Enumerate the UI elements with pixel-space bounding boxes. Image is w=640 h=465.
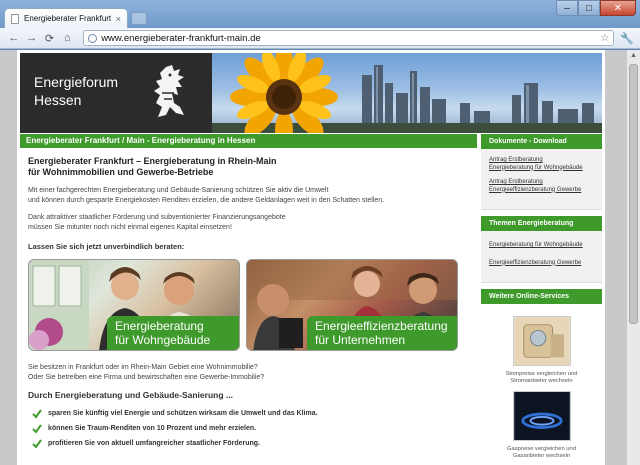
scrollbar-thumb[interactable]: [629, 64, 638, 324]
teaser-residential-line2: für Wohngebäude: [115, 333, 211, 347]
title-line1: Energieberater Frankfurt – Energieberatu…: [28, 156, 277, 166]
service-gas-line1: Gaspreise vergleichen und: [507, 446, 576, 452]
teaser-business-line1: Energieeffizienzberatung: [315, 319, 448, 333]
download-link-line2: Energieeffizienzberatung Gewerbe: [489, 186, 582, 193]
teaser-residential-label[interactable]: Energieberatung für Wohngebäude: [107, 316, 239, 350]
intro-paragraph: Mit einer fachgerechten Energieberatung …: [28, 186, 469, 205]
service-gas[interactable]: Gaspreise vergleichen und Gasanbieter we…: [481, 385, 602, 460]
url-text[interactable]: www.energieberater-frankfurt-main.de: [101, 33, 600, 44]
home-button[interactable]: ⌂: [59, 30, 75, 46]
benefit-text: sparen Sie künftig viel Energie und schü…: [48, 410, 318, 417]
download-link-line1: Antrag Erstberatung: [489, 179, 543, 185]
checkmark-icon: [32, 438, 42, 449]
service-gas-line2: Gasanbieter wechseln: [512, 453, 571, 459]
window-titlebar: Energieberater Frankfurt ... × – □ ✕: [0, 0, 640, 28]
benefit-item: sparen Sie künftig viel Energie und schü…: [28, 406, 469, 421]
globe-icon: [88, 33, 98, 43]
teaser-row: Energieberatung für Wohngebäude Energiee…: [28, 259, 469, 351]
minimize-button[interactable]: –: [556, 0, 578, 16]
intro-line2: und können durch gesparte Energiekosten …: [28, 196, 385, 204]
tab-close-icon[interactable]: ×: [116, 14, 121, 24]
page-title: Energieberater Frankfurt – Energieberatu…: [28, 156, 469, 178]
hessen-lion-icon: [154, 65, 184, 117]
tab-title: Energieberater Frankfurt ...: [24, 14, 112, 23]
service-gas-caption: Gaspreise vergleichen und Gasanbieter we…: [481, 446, 602, 460]
address-bar[interactable]: www.energieberater-frankfurt-main.de ☆: [83, 30, 615, 46]
service-electricity[interactable]: Stompreise vergleichen und Stromanbieter…: [481, 304, 602, 385]
services-heading: Weitere Online-Services: [481, 289, 602, 304]
site-header: Energieforum Hessen: [20, 53, 602, 133]
benefits-heading: Durch Energieberatung und Gebäude-Sanier…: [28, 390, 233, 400]
service-electricity-line1: Stompreise vergleichen und: [505, 371, 578, 377]
checkmark-icon: [32, 423, 42, 434]
page-icon: [11, 13, 19, 24]
downloads-heading: Dokumente - Download: [481, 134, 602, 149]
checkmark-icon: [32, 408, 42, 419]
gas-flame-image: [512, 391, 571, 441]
right-sidebar: Dokumente - Download Antrag Erstberatung…: [481, 134, 602, 465]
service-electricity-line2: Stromanbieter wechseln: [510, 378, 573, 384]
benefit-text: können Sie Traum-Renditen von 10 Prozent…: [48, 425, 257, 432]
maximize-button[interactable]: □: [578, 0, 600, 16]
forward-button[interactable]: →: [24, 30, 40, 46]
benefit-item: profitieren Sie von aktuell umfangreiche…: [28, 436, 469, 451]
bookmark-star-icon[interactable]: ☆: [600, 33, 609, 44]
brand-name-line1: Energieforum: [34, 74, 119, 90]
brand-name-line2: Hessen: [34, 92, 82, 108]
download-link-business[interactable]: Antrag Erstberatung Energieeffizienzbera…: [489, 179, 594, 194]
theme-link-residential[interactable]: Energieberatung für Wohngebäude: [489, 242, 594, 250]
frankfurt-skyline-sunflower-image: [212, 53, 602, 133]
close-window-button[interactable]: ✕: [600, 0, 636, 16]
main-content: Energieberater Frankfurt – Energieberatu…: [20, 148, 477, 465]
teaser-business-label[interactable]: Energieeffizienzberatung für Unternehmen: [307, 316, 457, 350]
wrench-menu-icon[interactable]: 🔧: [620, 32, 634, 45]
intro-line1: Mit einer fachgerechten Energieberatung …: [28, 187, 329, 194]
downloads-box: Antrag Erstberatung Energieberatung für …: [481, 149, 602, 210]
benefit-text: profitieren Sie von aktuell umfangreiche…: [48, 440, 260, 447]
service-electricity-caption: Stompreise vergleichen und Stromanbieter…: [481, 371, 602, 385]
brand-block[interactable]: Energieforum Hessen: [20, 53, 212, 133]
title-line2: für Wohnimmobilien und Gewerbe-Betriebe: [28, 167, 214, 177]
download-link-line1: Antrag Erstberatung: [489, 157, 543, 163]
window-controls: – □ ✕: [556, 0, 636, 16]
themes-heading: Themen Energieberatung: [481, 216, 602, 231]
funding-line2: müssen Sie mitunter noch nicht einmal ei…: [28, 223, 232, 231]
question-paragraph: Sie besitzen in Frankfurt oder im Rhein-…: [28, 363, 469, 382]
cta-heading: Lassen Sie sich jetzt unverbindlich bera…: [28, 242, 185, 251]
funding-line1: Dank attraktiver staatlicher Förderung u…: [28, 214, 286, 221]
back-button[interactable]: ←: [6, 30, 22, 46]
browser-tab[interactable]: Energieberater Frankfurt ... ×: [4, 8, 128, 28]
teaser-business-line2: für Unternehmen: [315, 333, 406, 347]
teaser-business[interactable]: Energieeffizienzberatung für Unternehmen: [246, 259, 458, 351]
teaser-residential[interactable]: Energieberatung für Wohngebäude: [28, 259, 240, 351]
browser-toolbar: ← → ⟳ ⌂ www.energieberater-frankfurt-mai…: [0, 28, 640, 49]
download-link-residential[interactable]: Antrag Erstberatung Energieberatung für …: [489, 157, 594, 172]
header-hero-image: [212, 53, 602, 133]
teaser-residential-line1: Energieberatung: [115, 319, 204, 333]
benefit-item: können Sie Traum-Renditen von 10 Prozent…: [28, 421, 469, 436]
question-line2: Oder Sie betreiben eine Firma und bewirt…: [28, 373, 265, 381]
electricity-meter-image: [512, 316, 571, 366]
benefits-list: sparen Sie künftig viel Energie und schü…: [28, 406, 469, 451]
funding-paragraph: Dank attraktiver staatlicher Förderung u…: [28, 213, 469, 232]
question-line1: Sie besitzen in Frankfurt oder im Rhein-…: [28, 364, 258, 371]
vertical-scrollbar[interactable]: ▲: [626, 50, 640, 465]
reload-button[interactable]: ⟳: [42, 30, 58, 46]
download-link-line2: Energieberatung für Wohngebäude: [489, 164, 583, 171]
new-tab-button[interactable]: [131, 12, 147, 25]
brand-name: Energieforum Hessen: [34, 73, 134, 109]
theme-link-business[interactable]: Energieeffizienzberatung Gewerbe: [489, 260, 594, 268]
web-page: Energieforum Hessen Energieberater Frank…: [17, 50, 605, 465]
scroll-up-icon[interactable]: ▲: [627, 50, 640, 62]
page-banner: Energieberater Frankfurt / Main - Energi…: [20, 134, 477, 148]
page-viewport: Energieforum Hessen Energieberater Frank…: [0, 50, 626, 465]
themes-box: Energieberatung für Wohngebäude Energiee…: [481, 231, 602, 283]
